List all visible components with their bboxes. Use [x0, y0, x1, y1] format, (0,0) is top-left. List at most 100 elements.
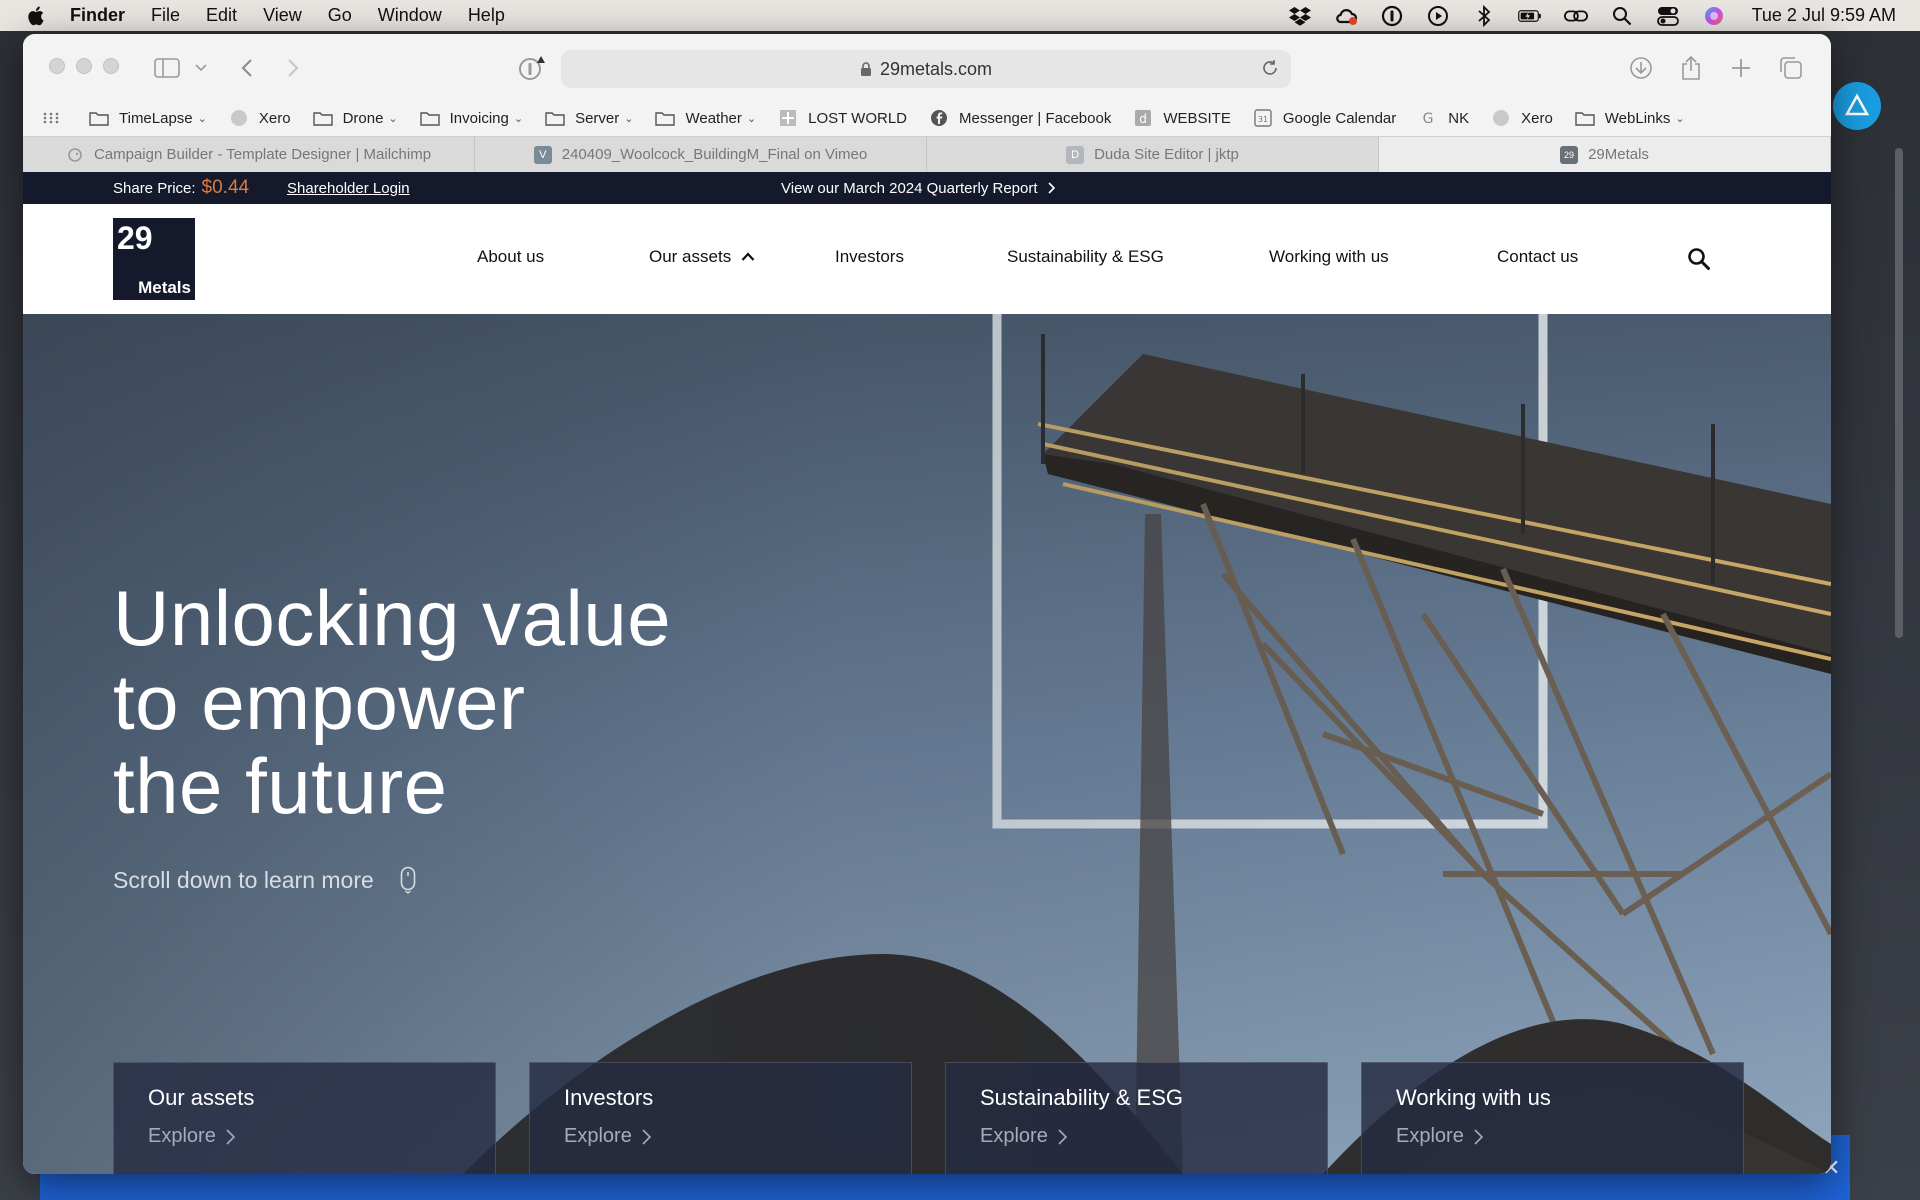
control-center-icon[interactable] — [1656, 5, 1680, 27]
app-name-menu[interactable]: Finder — [70, 5, 125, 26]
nav-label: Our assets — [649, 247, 732, 266]
svg-text:31: 31 — [1258, 115, 1268, 124]
bookmark-xero-2[interactable]: Xero — [1491, 110, 1553, 127]
svg-text:G: G — [1423, 111, 1434, 127]
play-icon[interactable] — [1426, 5, 1450, 27]
bookmark-weblinks[interactable]: WebLinks ⌄ — [1575, 110, 1685, 127]
background-app-icon[interactable] — [1833, 82, 1881, 130]
card-explore-link[interactable]: Explore — [1396, 1125, 1709, 1148]
siri-icon[interactable] — [1702, 5, 1726, 27]
bookmark-label: Server — [575, 109, 620, 127]
tab-duda[interactable]: D Duda Site Editor | jktp — [927, 137, 1379, 172]
nav-contact-us[interactable]: Contact us — [1497, 247, 1578, 267]
web-page: Share Price: $0.44 Shareholder Login Vie… — [23, 172, 1831, 1174]
zoom-window-button[interactable] — [103, 58, 119, 74]
card-explore-link[interactable]: Explore — [980, 1125, 1293, 1148]
downloads-icon[interactable] — [1627, 54, 1655, 82]
nav-working-with-us[interactable]: Working with us — [1269, 247, 1389, 267]
share-icon[interactable] — [1677, 54, 1705, 82]
hero-heading-line: Unlocking value — [113, 574, 672, 662]
bookmark-weather[interactable]: Weather ⌄ — [655, 110, 756, 127]
forward-button-icon[interactable] — [279, 54, 307, 82]
tab-mailchimp[interactable]: Campaign Builder - Template Designer | M… — [23, 137, 475, 172]
quick-link-our-assets[interactable]: Our assets Explore — [113, 1062, 496, 1174]
quick-link-investors[interactable]: Investors Explore — [529, 1062, 912, 1174]
tab-29metals[interactable]: 29 29Metals — [1379, 137, 1831, 172]
quick-link-working-with-us[interactable]: Working with us Explore — [1361, 1062, 1744, 1174]
creative-cloud-icon[interactable] — [1334, 5, 1358, 27]
minimize-window-button[interactable] — [76, 58, 92, 74]
hero-heading: Unlocking value to empower the future — [113, 576, 813, 828]
bookmark-messenger[interactable]: Messenger | Facebook — [929, 110, 1111, 127]
chevron-down-icon: ⌄ — [746, 112, 757, 125]
tab-vimeo[interactable]: V 240409_Woolcock_BuildingM_Final on Vim… — [475, 137, 927, 172]
nav-sustainability[interactable]: Sustainability & ESG — [1007, 247, 1164, 267]
onepassword-icon[interactable] — [1380, 5, 1404, 27]
tab-label: 240409_Woolcock_BuildingM_Final on Vimeo — [561, 146, 868, 163]
card-title: Sustainability & ESG — [980, 1085, 1183, 1110]
card-explore-link[interactable]: Explore — [564, 1125, 877, 1148]
bookmark-xero[interactable]: Xero — [229, 110, 291, 127]
share-price-label: Share Price: — [113, 180, 196, 197]
bookmark-label: LOST WORLD — [808, 109, 908, 127]
help-menu[interactable]: Help — [468, 5, 505, 26]
main-navigation: 29 Metals About us Our assets Investors … — [23, 204, 1831, 314]
battery-icon[interactable] — [1517, 5, 1542, 27]
duda-icon: d — [1133, 110, 1153, 126]
onepassword-extension-icon[interactable] — [517, 54, 545, 82]
close-window-button[interactable] — [49, 58, 65, 74]
quarterly-report-text: View our March 2024 Quarterly Report — [781, 179, 1038, 197]
safari-window: 29metals.com TimeLapse ⌄ Xero Drone ⌄ Invo… — [23, 34, 1831, 1174]
chevron-down-icon: ⌄ — [513, 112, 524, 125]
dropbox-icon[interactable] — [1288, 5, 1312, 27]
nav-links: About us Our assets Investors Sustainabi… — [23, 204, 1831, 314]
tab-overview-icon[interactable] — [1777, 54, 1805, 82]
view-menu[interactable]: View — [263, 5, 302, 26]
bookmark-nk[interactable]: G NK — [1418, 110, 1469, 128]
nav-our-assets[interactable]: Our assets — [649, 247, 755, 267]
new-tab-icon[interactable] — [1727, 54, 1755, 82]
menu-bar-clock[interactable]: Tue 2 Jul 9:59 AM — [1752, 5, 1896, 26]
bookmark-timelapse[interactable]: TimeLapse ⌄ — [89, 110, 207, 127]
card-title: Our assets — [148, 1085, 255, 1110]
scroll-hint[interactable]: Scroll down to learn more — [113, 866, 416, 894]
apps-grid-icon[interactable] — [43, 112, 59, 124]
window-menu[interactable]: Window — [378, 5, 442, 26]
nav-investors[interactable]: Investors — [835, 247, 904, 267]
shareholder-login-link[interactable]: Shareholder Login — [287, 180, 410, 197]
bookmark-drone[interactable]: Drone ⌄ — [312, 110, 398, 127]
url-text: 29metals.com — [879, 58, 993, 79]
bookmark-google-calendar[interactable]: 31 Google Calendar — [1253, 109, 1396, 127]
chevron-down-icon: ⌄ — [624, 112, 634, 125]
share-price-value: $0.44 — [201, 177, 250, 198]
bluetooth-icon[interactable] — [1472, 4, 1496, 27]
calendar-icon: 31 — [1253, 109, 1273, 127]
sidebar-toggle-icon[interactable] — [153, 54, 181, 82]
chevron-down-icon: ⌄ — [1675, 112, 1685, 125]
spotlight-search-icon[interactable] — [1610, 5, 1634, 27]
apple-menu-icon[interactable] — [26, 5, 48, 27]
chevron-right-icon — [1474, 1128, 1483, 1145]
card-explore-link[interactable]: Explore — [148, 1125, 461, 1148]
bookmark-website[interactable]: d WEBSITE — [1133, 110, 1231, 127]
reload-icon[interactable] — [1261, 59, 1279, 77]
back-button-icon[interactable] — [233, 54, 261, 82]
background-scrollbar[interactable] — [1895, 148, 1903, 638]
nav-about-us[interactable]: About us — [477, 247, 544, 267]
bookmark-server[interactable]: Server ⌄ — [545, 110, 633, 127]
edit-menu[interactable]: Edit — [206, 5, 237, 26]
chevron-right-icon — [642, 1128, 651, 1145]
go-menu[interactable]: Go — [328, 5, 352, 26]
search-icon[interactable] — [1686, 246, 1712, 272]
file-menu[interactable]: File — [151, 5, 180, 26]
chevron-down-icon[interactable] — [187, 54, 215, 82]
quarterly-report-link[interactable]: View our March 2024 Quarterly Report — [781, 180, 1056, 197]
bookmark-lost-world[interactable]: LOST WORLD — [778, 110, 907, 127]
quick-link-sustainability[interactable]: Sustainability & ESG Explore — [945, 1062, 1328, 1174]
address-bar[interactable]: 29metals.com — [561, 50, 1291, 88]
announcement-bar: Share Price: $0.44 Shareholder Login Vie… — [23, 172, 1831, 204]
bookmark-invoicing[interactable]: Invoicing ⌄ — [419, 110, 524, 127]
link-icon[interactable] — [1563, 5, 1588, 27]
bookmark-label: WebLinks — [1604, 109, 1671, 127]
tab-label: Duda Site Editor | jktp — [1094, 146, 1239, 163]
